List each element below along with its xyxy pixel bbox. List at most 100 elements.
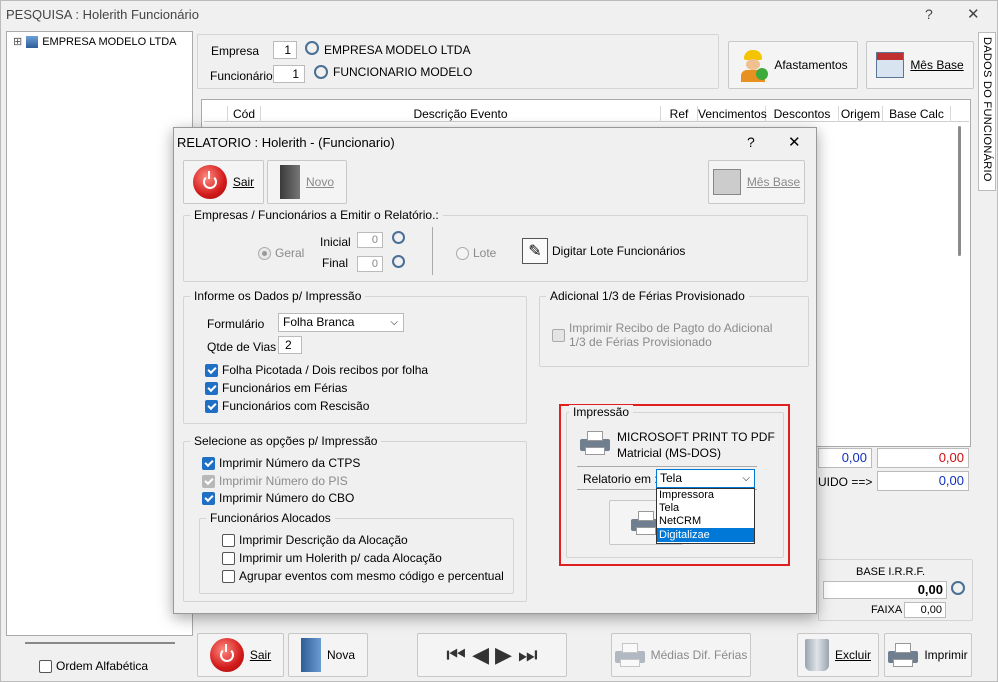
checkbox-icon [205,381,218,395]
medias-ferias-button[interactable]: Médias Dif. Férias [611,633,751,677]
trash-icon [804,639,829,671]
checkbox-icon [202,474,215,488]
tree-expand-icon[interactable]: ⊞ [13,35,22,48]
tree-item-label: EMPRESA MODELO LTDA [42,35,177,48]
inicial-field[interactable]: 0 [357,232,383,248]
geral-radio[interactable]: Geral [258,246,304,260]
divider [432,227,433,275]
first-record-icon[interactable]: ⏮ [446,642,466,668]
checkbox-icon [39,659,52,673]
printer-name: MICROSOFT PRINT TO PDF [617,430,775,444]
next-record-icon[interactable]: ▶ [495,642,512,668]
checkbox-icon [205,399,218,413]
tree-hscrollbar[interactable] [25,642,175,644]
funcionario-code-field[interactable]: 1 [273,65,305,83]
search-icon[interactable] [392,231,405,244]
grid-header: Cód Descrição Evento Ref Vencimentos Des… [204,106,969,122]
desc-alocacao-checkbox[interactable]: Imprimir Descrição da Alocação [222,533,408,547]
nova-button[interactable]: Nova [288,633,368,677]
formulario-select[interactable]: Folha Branca ⌵ [278,313,404,332]
func-rescisao-checkbox[interactable]: Funcionários com Rescisão [205,399,369,413]
printer-icon [580,431,610,455]
tree-item-empresa[interactable]: ⊞ EMPRESA MODELO LTDA [13,35,177,48]
search-icon[interactable] [305,41,319,55]
relatorio-em-dropdown[interactable]: Impressora Tela NetCRM Digitalizae [656,488,755,544]
calendar-icon [712,169,741,195]
lote-radio[interactable]: Lote [456,246,496,260]
col-cod[interactable]: Cód [228,106,261,122]
close-button[interactable]: ✕ [967,5,980,23]
checkbox-icon [222,533,235,547]
final-label: Final [322,256,349,270]
pis-checkbox[interactable]: Imprimir Número do PIS [202,474,348,488]
checkbox-icon [552,329,565,342]
option-netcrm[interactable]: NetCRM [657,515,754,528]
chevron-down-icon: ⌵ [742,473,750,484]
search-icon[interactable] [392,255,405,268]
building-icon [26,35,39,48]
holerith-alocacao-checkbox[interactable]: Imprimir um Holerith p/ cada Alocação [222,551,442,565]
printer-icon [614,643,645,667]
checkbox-icon [202,456,215,470]
excluir-button[interactable]: Excluir [797,633,879,677]
imprimir-button[interactable]: Imprimir [884,633,972,677]
radio-icon [258,246,271,260]
dialog-mes-base-button[interactable]: Mês Base [708,160,805,204]
grid-vscrollbar[interactable] [958,126,961,256]
prev-record-icon[interactable]: ◀ [472,642,489,668]
adicional-group-title: Adicional 1/3 de Férias Provisionado [546,289,749,303]
agrupar-eventos-checkbox[interactable]: Agrupar eventos com mesmo código e perce… [222,569,504,583]
relatorio-dialog: RELATORIO : Holerith - (Funcionario) ? ✕… [173,127,817,614]
afastamentos-button[interactable]: Afastamentos [728,41,858,89]
mes-base-button[interactable]: Mês Base [866,41,974,89]
empresa-name: EMPRESA MODELO LTDA [324,43,471,57]
pencil-icon: ✎ [522,238,548,264]
col-base-calc[interactable]: Base Calc [883,106,951,122]
option-tela[interactable]: Tela [657,502,754,515]
base-irrf-label: BASE I.R.R.F. [856,566,926,578]
dialog-novo-button[interactable]: Novo [267,160,347,204]
digitar-lote-button[interactable]: ✎ Digitar Lote Funcionários [522,238,685,264]
imprimir-recibo-checkbox[interactable]: Imprimir Recibo de Pagto do Adicional 1/… [552,321,772,349]
bottom-sair-button[interactable]: Sair [197,633,284,677]
final-field[interactable]: 0 [357,256,383,272]
last-record-icon[interactable]: ⏭ [518,642,538,668]
dialog-sair-button[interactable]: Sair [183,160,264,204]
help-button[interactable]: ? [925,6,933,22]
dados-group-title: Informe os Dados p/ Impressão [190,289,366,303]
search-icon[interactable] [951,581,965,595]
tree-panel[interactable]: ⊞ EMPRESA MODELO LTDA [6,31,193,644]
total-vencimentos: 0,00 [818,448,872,468]
col-descricao[interactable]: Descrição Evento [261,106,661,122]
col-origem[interactable]: Origem [839,106,883,122]
checkbox-icon [222,569,235,583]
col-ref[interactable]: Ref [661,106,698,122]
faixa-label: FAIXA [871,604,903,616]
cbo-checkbox[interactable]: Imprimir Número do CBO [202,491,354,505]
alocados-group-title: Funcionários Alocados [206,511,335,525]
total-descontos: 0,00 [877,448,969,468]
option-digitalizae[interactable]: Digitalizae [657,528,754,542]
ordem-alfabetica-checkbox[interactable]: Ordem Alfabética [39,659,148,673]
col-descontos[interactable]: Descontos [766,106,839,122]
ctps-checkbox[interactable]: Imprimir Número da CTPS [202,456,360,470]
folha-picotada-checkbox[interactable]: Folha Picotada / Dois recibos por folha [205,363,428,377]
faixa-value: 0,00 [904,602,946,618]
dialog-help-button[interactable]: ? [747,134,755,150]
dados-funcionario-tab[interactable]: DADOS DO FUNCIONÁRIO [978,32,996,191]
option-impressora[interactable]: Impressora [657,489,754,502]
liquido-label: UIDO ==> [818,475,873,489]
printer-icon [888,643,919,667]
dialog-close-button[interactable]: ✕ [788,133,801,151]
func-ferias-checkbox[interactable]: Funcionários em Férias [205,381,347,395]
vias-label: Qtde de Vias [207,340,277,354]
search-icon[interactable] [314,65,328,79]
col-vencimentos[interactable]: Vencimentos [698,106,767,122]
vias-field[interactable]: 2 [278,336,302,354]
relatorio-em-select[interactable]: Tela ⌵ [656,469,755,488]
empresa-code-field[interactable]: 1 [273,41,297,59]
checkbox-icon [205,363,218,377]
radio-icon [456,246,469,260]
chevron-down-icon: ⌵ [390,317,398,328]
base-irrf-value: 0,00 [823,581,947,599]
